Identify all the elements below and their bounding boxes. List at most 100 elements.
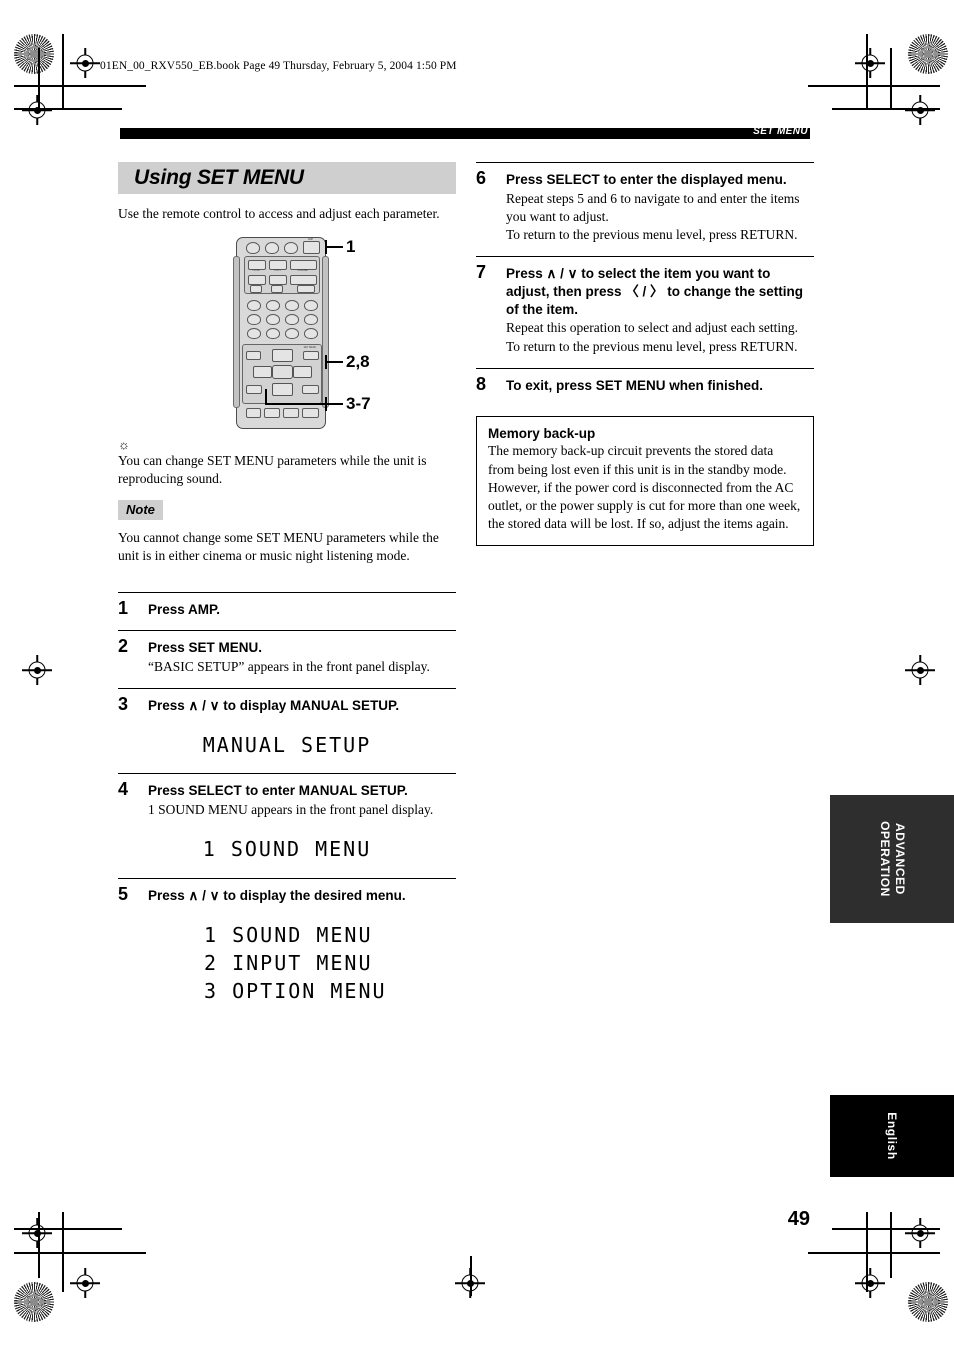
remote-button-return: [246, 385, 262, 395]
step-heading: Press SELECT to enter the displayed menu…: [506, 172, 787, 187]
step-heading: Press SET MENU.: [148, 640, 263, 656]
lcd-readout-manual-setup: MANUAL SETUP: [118, 731, 456, 760]
crop-line: [832, 1228, 940, 1230]
right-column: 6 Press SELECT to enter the displayed me…: [476, 162, 814, 546]
step-8: 8 To exit, press SET MENU when finished.: [476, 367, 814, 395]
remote-cursor-right: [293, 366, 312, 379]
remote-program-button: [304, 300, 318, 312]
remote-button-power: [246, 242, 260, 255]
intro-paragraph: Use the remote control to access and adj…: [118, 206, 440, 221]
crop-line: [62, 34, 64, 110]
remote-cursor-left: [253, 366, 272, 379]
step-detail: “BASIC SETUP” appears in the front panel…: [148, 659, 430, 675]
step-detail: Repeat steps 5 and 6 to navigate to and …: [506, 190, 800, 242]
note-text: You cannot change some SET MENU paramete…: [118, 530, 439, 564]
tip-icon: ☼: [118, 437, 130, 453]
remote-button-mem: [283, 408, 299, 419]
step-6: 6 Press SELECT to enter the displayed me…: [476, 162, 814, 244]
lcd-readout-menu-list: 1 SOUND MENU 2 INPUT MENU 3 OPTION MENU: [118, 920, 456, 1006]
remote-program-button: [285, 300, 299, 312]
crop-registration-mark: [22, 655, 52, 685]
crop-registration-mark: [905, 95, 935, 125]
step-heading: Press ∧ / ∨ to display the desired menu.: [148, 887, 406, 903]
remote-program-button: [285, 314, 299, 326]
manual-page: 01EN_00_RXV550_EB.book Page 49 Thursday,…: [0, 0, 954, 1351]
step-detail: Repeat this operation to select and adju…: [506, 320, 799, 354]
remote-body: AMP TVVOL TVCH VOLUME SET MENU: [233, 237, 329, 430]
side-tab-language: English: [830, 1095, 954, 1177]
crop-registration-mark: [855, 48, 885, 78]
lcd-line: 3 OPTION MENU: [204, 979, 387, 1004]
remote-button-display: [302, 385, 319, 395]
remote-side-rail-left: [233, 256, 240, 409]
step-number: 1: [118, 597, 129, 618]
remote-cursor-group: SET MENU: [242, 344, 322, 405]
remote-volume-group: TVVOL TVCH VOLUME: [244, 256, 320, 295]
remote-program-button: [266, 328, 280, 340]
step-number: 3: [118, 694, 129, 715]
memory-backup-heading: Memory back-up: [488, 426, 596, 442]
crop-registration-mark: [22, 1218, 52, 1248]
crop-registration-mark: [905, 1218, 935, 1248]
registration-ball-top-left: [14, 34, 54, 74]
lcd-line: 1 SOUND MENU: [202, 837, 372, 862]
step-5: 5 Press ∧ / ∨ to display the desired men…: [118, 877, 456, 905]
remote-label-amp: AMP: [307, 237, 314, 241]
remote-button-tv: [265, 242, 279, 255]
step-number: 4: [118, 779, 129, 800]
note-block: Note You cannot change some SET MENU par…: [118, 488, 456, 565]
remote-program-button: [285, 328, 299, 340]
page-title: Using SET MENU: [134, 166, 304, 189]
remote-button-mute: [297, 285, 315, 294]
remote-cursor-down: [272, 383, 293, 397]
step-1: 1 Press AMP.: [118, 591, 456, 619]
crop-line: [890, 1212, 892, 1278]
remote-button-tv-input: [271, 285, 283, 294]
crop-registration-mark: [70, 48, 100, 78]
remote-side-rail-right: [322, 256, 329, 409]
crop-registration-mark: [855, 1268, 885, 1298]
crop-line: [832, 108, 940, 110]
callout-leader-2: [325, 361, 343, 363]
remote-label-volume: VOLUME: [297, 269, 308, 273]
lcd-line: 1 SOUND MENU: [204, 922, 373, 947]
remote-button-amp: [303, 241, 320, 255]
remote-button-volume-down: [290, 275, 317, 286]
callout-label-2-8: 2,8: [346, 352, 370, 372]
remote-button-audio: [302, 408, 319, 419]
remote-cursor-up: [272, 349, 293, 363]
remote-button-tv-mute: [250, 285, 262, 294]
crop-line: [14, 85, 146, 87]
callout-label-3-7: 3-7: [346, 394, 371, 414]
remote-program-matrix: [244, 296, 318, 340]
crop-line: [890, 48, 892, 110]
remote-button-disc: [264, 408, 280, 419]
left-column: Using SET MENU Use the remote control to…: [118, 162, 456, 1020]
side-tab-advanced-label: ADVANCED OPERATION: [878, 821, 907, 897]
crop-line: [14, 1228, 122, 1230]
crop-line: [808, 85, 940, 87]
remote-program-button: [247, 328, 261, 340]
step-heading: Press ∧ / ∨ to select the item you want …: [506, 266, 804, 317]
step-7: 7 Press ∧ / ∨ to select the item you wan…: [476, 256, 814, 356]
remote-control-illustration: AMP TVVOL TVCH VOLUME SET MENU 1 2,8 3-7: [118, 237, 456, 432]
lcd-readout-sound-menu: 1 SOUND MENU: [118, 835, 456, 864]
crop-registration-mark: [70, 1268, 100, 1298]
note-badge: Note: [118, 500, 163, 521]
crop-registration-mark: [905, 655, 935, 685]
registration-ball-bottom-right: [908, 1282, 948, 1322]
remote-program-button: [266, 314, 280, 326]
step-2: 2 Press SET MENU. “BASIC SETUP” appears …: [118, 630, 456, 676]
crop-line: [14, 108, 122, 110]
step-number: 7: [476, 262, 487, 283]
step-heading: Press AMP.: [148, 601, 221, 617]
registration-ball-top-right: [908, 34, 948, 74]
callout-leader-1: [325, 246, 343, 248]
registration-ball-bottom-left: [14, 1282, 54, 1322]
section-title-band: Using SET MENU: [118, 162, 456, 194]
step-heading: Press ∧ / ∨ to display MANUAL SETUP.: [148, 698, 400, 714]
lcd-line: 2 INPUT MENU: [204, 950, 373, 975]
crop-line: [14, 1252, 146, 1254]
lcd-line: MANUAL SETUP: [202, 733, 372, 758]
step-4: 4 Press SELECT to enter MANUAL SETUP. 1 …: [118, 773, 456, 819]
